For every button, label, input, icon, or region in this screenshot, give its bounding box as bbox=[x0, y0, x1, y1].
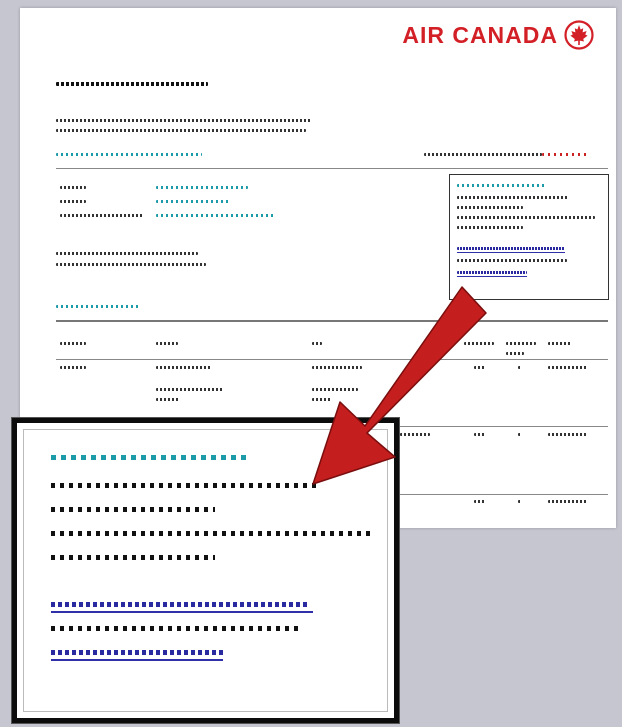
air-canada-logo: AIR CANADA bbox=[402, 20, 594, 50]
right-heading-highlight bbox=[542, 153, 588, 156]
intro-line bbox=[56, 129, 306, 132]
magnified-link-underline bbox=[51, 659, 223, 661]
detail-label bbox=[60, 186, 86, 189]
detail-value bbox=[156, 200, 230, 203]
magnified-panel-line bbox=[51, 531, 371, 536]
panel-line bbox=[457, 206, 523, 209]
table-cell bbox=[518, 500, 522, 503]
magnified-panel-line bbox=[51, 483, 319, 488]
table-cell bbox=[548, 366, 588, 369]
magnified-panel-link[interactable] bbox=[51, 650, 223, 655]
table-cell bbox=[156, 398, 180, 401]
right-heading bbox=[424, 153, 542, 156]
magnified-panel-frame bbox=[23, 429, 388, 712]
table-cell bbox=[518, 433, 522, 436]
magnified-panel-line bbox=[51, 626, 303, 631]
magnified-panel-link[interactable] bbox=[51, 602, 309, 607]
panel-link[interactable] bbox=[457, 247, 565, 250]
table-cell bbox=[312, 398, 332, 401]
table-cell bbox=[518, 366, 522, 369]
magnified-panel-line bbox=[51, 555, 215, 560]
magnified-info-panel bbox=[12, 418, 399, 723]
brand-name: AIR CANADA bbox=[402, 21, 558, 48]
table-cell bbox=[474, 366, 486, 369]
table-cell bbox=[400, 433, 430, 436]
table-header-cell bbox=[506, 342, 536, 345]
section-heading bbox=[56, 153, 202, 156]
panel-heading bbox=[457, 184, 547, 187]
table-cell bbox=[474, 500, 486, 503]
detail-value bbox=[156, 186, 248, 189]
table-cell bbox=[312, 388, 358, 391]
panel-link-underline bbox=[457, 252, 565, 253]
section-divider bbox=[56, 168, 608, 169]
magnified-panel-heading bbox=[51, 455, 247, 460]
table-cell bbox=[548, 433, 588, 436]
table-header-cell bbox=[548, 342, 572, 345]
magnified-link-underline bbox=[51, 611, 313, 613]
detail-value bbox=[156, 214, 274, 217]
detail-label bbox=[60, 200, 86, 203]
detail-label bbox=[60, 214, 144, 217]
table-header-cell bbox=[156, 342, 178, 345]
panel-line bbox=[457, 259, 567, 262]
intro-line bbox=[56, 119, 312, 122]
table-header-cell bbox=[464, 342, 494, 345]
maple-leaf-roundel-icon bbox=[564, 20, 594, 50]
table-row-rule bbox=[400, 494, 608, 495]
panel-link[interactable] bbox=[457, 271, 527, 274]
note-line bbox=[56, 263, 206, 266]
table-cell bbox=[156, 366, 212, 369]
table-cell bbox=[548, 500, 588, 503]
table-cell bbox=[60, 366, 86, 369]
table-header-cell bbox=[312, 342, 322, 345]
table-cell bbox=[312, 366, 362, 369]
magnified-panel-line bbox=[51, 507, 215, 512]
document-heading bbox=[56, 82, 208, 86]
table-cell bbox=[474, 433, 486, 436]
info-panel bbox=[449, 174, 609, 300]
table-header-rule bbox=[56, 359, 608, 360]
panel-line bbox=[457, 196, 569, 199]
table-top-rule bbox=[56, 320, 608, 322]
table-cell bbox=[156, 388, 224, 391]
table-header-cell bbox=[60, 342, 86, 345]
table-header-cell bbox=[506, 352, 524, 355]
section-heading bbox=[56, 305, 140, 308]
note-line bbox=[56, 252, 198, 255]
panel-line bbox=[457, 216, 595, 219]
panel-link-underline bbox=[457, 276, 527, 277]
panel-line bbox=[457, 226, 523, 229]
